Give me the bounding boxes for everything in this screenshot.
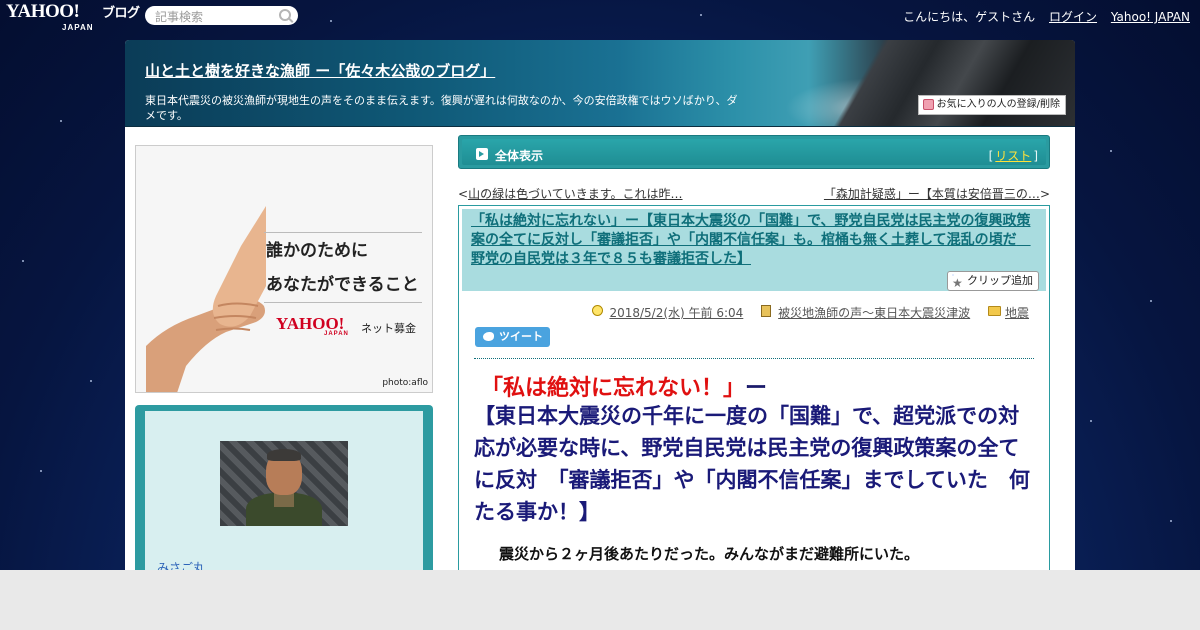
star-icon: ★ [952, 274, 963, 290]
clock-icon [592, 305, 604, 316]
avatar-hair [267, 449, 301, 461]
headline-red-text: 「私は絶対に忘れない！」 [481, 376, 746, 401]
headline-blue: 【東日本大震災の千年に一度の「国難」で、超党派での対応が必要な時に、野党自民党は… [474, 404, 1030, 524]
ad-rule [264, 302, 422, 303]
twitter-bird-icon [483, 332, 494, 341]
ad-line1: 誰かのために [266, 241, 368, 261]
search-box [145, 6, 298, 25]
blog-description: 東日本代震災の被災漁師が現地生の声をそのまま伝えます。復興が遅れは何故なのか、今… [145, 94, 738, 122]
star [40, 470, 42, 472]
prev-post-link[interactable]: 山の緑は色づいていきます。これは昨… [468, 187, 682, 201]
donation-ad-banner[interactable]: 誰かのために あなたができること YAHOO! JAPAN ネット募金 phot… [135, 145, 433, 393]
view-bar-inner: 全体表示 [リスト] [462, 139, 1046, 165]
blog-header: 山と土と樹を好きな漁師 ー「佐々木公哉のブログ」 東日本代震災の被災漁師が現地生… [125, 40, 1075, 127]
favorite-button-label: お気に入りの人の登録/削除 [936, 99, 1060, 110]
favorite-icon [922, 99, 934, 110]
star [1170, 520, 1172, 522]
prev-post-nav: <山の緑は色づいていきます。これは昨… [458, 185, 683, 202]
tweet-label: ツイート [499, 330, 543, 343]
list-view-toggle: [リスト] [989, 147, 1038, 164]
avatar-collar [274, 493, 294, 507]
view-all-label[interactable]: 全体表示 [495, 147, 543, 164]
article-header: 「私は絶対に忘れない」ー【東日本大震災の「国難」で、野党自民党は民主党の復興政策… [462, 209, 1046, 291]
folder-icon [987, 306, 1001, 316]
yahoo-blog-logo[interactable]: YAHOO! JAPAN ブログ [6, 1, 140, 36]
ad-copy: 誰かのために あなたができること [266, 234, 419, 302]
meta-book: 被災地漁師の声～東日本大震災津波 [761, 304, 970, 321]
top-bar: YAHOO! JAPAN ブログ こんにちは、ゲストさん ログイン Yahoo!… [0, 0, 1200, 32]
blog-container: 山と土と樹を好きな漁師 ー「佐々木公哉のブログ」 東日本代震災の被災漁師が現地生… [125, 40, 1075, 570]
ad-rule [264, 232, 422, 233]
book-icon [761, 305, 772, 317]
logo-sub: JAPAN [62, 23, 94, 32]
headline-dash: ー [745, 376, 768, 401]
avatar[interactable] [220, 441, 348, 526]
article-meta: 2018/5/2(水) 午前 6:04 被災地漁師の声～東日本大震災津波 地震 [578, 304, 1029, 321]
ad-yahoo-logo: YAHOO! JAPAN [276, 314, 349, 337]
blog-title[interactable]: 山と土と樹を好きな漁師 ー「佐々木公哉のブログ」 [145, 60, 495, 81]
meta-date: 2018/5/2(水) 午前 6:04 [592, 304, 743, 321]
next-arrow: > [1039, 187, 1050, 201]
ad-service: ネット募金 [361, 322, 416, 335]
article: 「私は絶対に忘れない」ー【東日本大震災の「国難」で、野党自民党は民主党の復興政策… [458, 205, 1050, 570]
top-links: こんにちは、ゲストさん ログイン Yahoo! JAPAN [903, 8, 1190, 25]
profile-inner: みさご丸 [145, 411, 423, 570]
greeting: こんにちは、ゲストさん [903, 10, 1036, 24]
star [22, 260, 24, 262]
hands-image [146, 206, 266, 392]
view-bar: 全体表示 [リスト] [458, 135, 1050, 169]
star [1110, 150, 1112, 152]
list-view-link[interactable]: リスト [995, 149, 1031, 163]
meta-category: 地震 [987, 304, 1029, 321]
article-title[interactable]: 「私は絶対に忘れない」ー【東日本大震災の「国難」で、野党自民党は民主党の復興政策… [471, 212, 1037, 269]
login-link[interactable]: ログイン [1049, 10, 1097, 24]
star [1090, 420, 1092, 422]
clip-add-button[interactable]: ★ クリップ追加 [947, 271, 1039, 291]
logo-main: YAHOO! [6, 1, 80, 22]
search-input[interactable] [153, 8, 277, 25]
list-bracket-open: [ [988, 149, 994, 163]
logo-blog: ブログ [102, 5, 140, 20]
book-link[interactable]: 被災地漁師の声～東日本大震災津波 [778, 306, 970, 320]
star [90, 380, 92, 382]
favorite-button[interactable]: お気に入りの人の登録/削除 [917, 95, 1066, 115]
profile-name-link[interactable]: みさご丸 [157, 559, 205, 570]
yahoo-japan-link[interactable]: Yahoo! JAPAN [1111, 10, 1190, 24]
date-link[interactable]: 2018/5/2(水) 午前 6:04 [609, 306, 743, 320]
prev-arrow: < [458, 187, 469, 201]
headline-red: 「私は絶対に忘れない！」ー [481, 370, 767, 402]
arrow-right-icon [476, 148, 488, 160]
tweet-button[interactable]: ツイート [475, 327, 550, 347]
article-body-text: 震災から２ヶ月後あたりだった。みんながまだ避難所にいた。 [499, 545, 920, 563]
star [1150, 300, 1152, 302]
clip-add-label: クリップ追加 [967, 274, 1033, 287]
next-post-link[interactable]: 「森加計疑惑」ー【本質は安倍晋三の… [824, 187, 1040, 201]
ad-photo-credit: photo:aflo [382, 378, 428, 388]
profile-box: みさご丸 [135, 405, 433, 570]
list-bracket-close: ] [1033, 149, 1038, 163]
ad-line2: あなたができること [266, 275, 419, 295]
category-link[interactable]: 地震 [1005, 306, 1029, 320]
divider [474, 358, 1034, 359]
next-post-nav: 「森加計疑惑」ー【本質は安倍晋三の…> [824, 185, 1050, 202]
search-icon[interactable] [279, 9, 291, 21]
star [60, 120, 62, 122]
ad-brand-sub: JAPAN [324, 331, 349, 337]
